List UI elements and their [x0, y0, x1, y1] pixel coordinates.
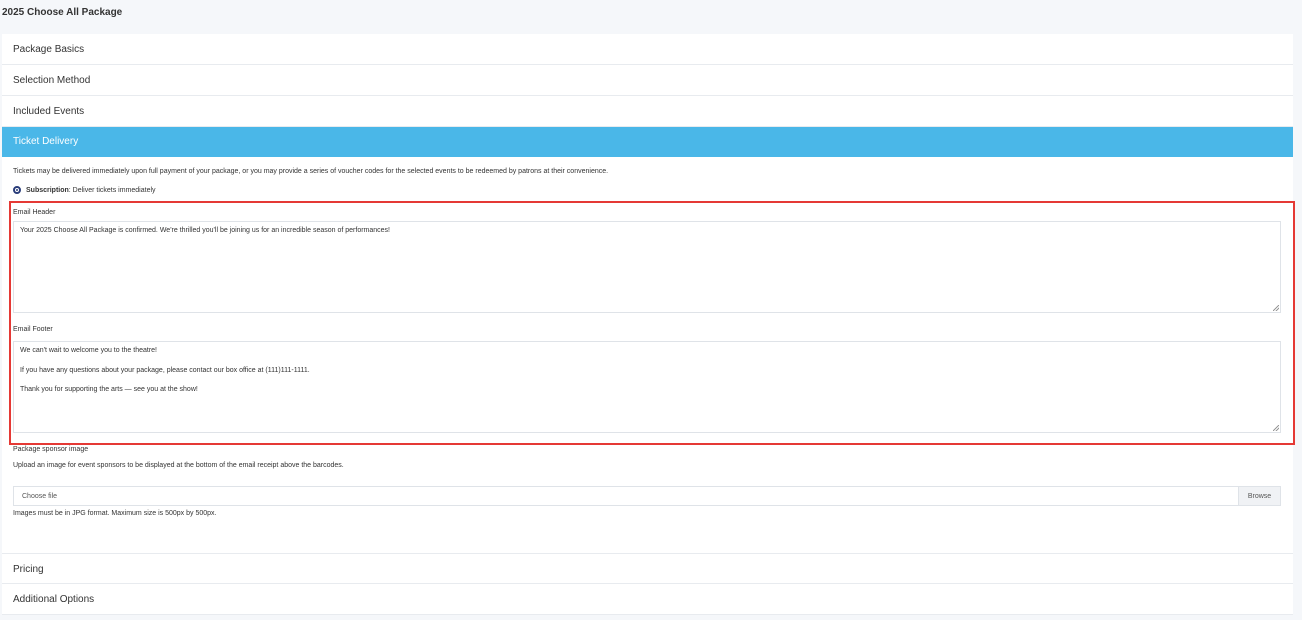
package-accordion: Package Basics Selection Method Included…	[2, 34, 1295, 615]
browse-button[interactable]: Browse	[1238, 487, 1280, 505]
email-footer-label: Email Footer	[13, 326, 53, 333]
email-footer-line: If you have any questions about your pac…	[20, 366, 310, 374]
section-additional-options[interactable]: Additional Options	[2, 584, 1293, 615]
file-placeholder: Choose file	[22, 492, 58, 500]
ticket-delivery-panel: Tickets may be delivered immediately upo…	[2, 157, 1295, 553]
email-header-textarea[interactable]: Your 2025 Choose All Package is confirme…	[13, 221, 1281, 313]
delivery-option-text: : Deliver tickets immediately	[68, 186, 156, 194]
resize-handle-icon[interactable]	[1273, 305, 1279, 311]
email-header-label: Email Header	[13, 209, 56, 216]
delivery-option-title: Subscription	[26, 186, 69, 194]
email-footer-textarea[interactable]: We can't wait to welcome you to the thea…	[13, 341, 1281, 433]
delivery-option-subscription[interactable]: Subscription : Deliver tickets immediate…	[13, 186, 156, 194]
section-ticket-delivery[interactable]: Ticket Delivery	[2, 127, 1293, 157]
section-pricing[interactable]: Pricing	[2, 553, 1293, 584]
section-selection-method[interactable]: Selection Method	[2, 65, 1293, 96]
page-title: 2025 Choose All Package	[2, 7, 123, 18]
sponsor-image-help: Upload an image for event sponsors to be…	[13, 462, 344, 469]
sponsor-file-input[interactable]: Choose file Browse	[13, 486, 1281, 506]
email-footer-line: Thank you for supporting the arts — see …	[20, 386, 198, 393]
email-footer-line: We can't wait to welcome you to the thea…	[20, 347, 157, 354]
email-header-text: Your 2025 Choose All Package is confirme…	[20, 227, 390, 234]
section-package-basics[interactable]: Package Basics	[2, 34, 1293, 65]
radio-selected-icon[interactable]	[13, 186, 21, 194]
sponsor-image-label: Package sponsor image	[13, 446, 89, 453]
file-requirements: Images must be in JPG format. Maximum si…	[13, 510, 217, 517]
ticket-delivery-description: Tickets may be delivered immediately upo…	[13, 168, 609, 175]
section-included-events[interactable]: Included Events	[2, 96, 1293, 127]
resize-handle-icon[interactable]	[1273, 425, 1279, 431]
